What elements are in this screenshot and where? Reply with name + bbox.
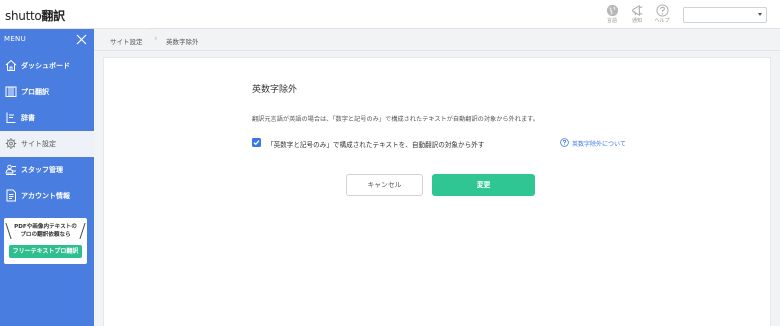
sidebar-item-label: スタッフ管理: [21, 166, 63, 174]
check-icon: [253, 140, 260, 146]
site-select[interactable]: [683, 7, 767, 23]
help-label: ヘルプ: [654, 18, 670, 24]
notification-label: 通知: [631, 18, 642, 24]
caret-down-icon: [758, 13, 762, 16]
sidebar-item-dictionary[interactable]: 辞書: [0, 105, 94, 131]
description-text: 翻訳元言語が英語の場合は、「数字と記号のみ」で構成されたテキストが自動翻訳の対象…: [252, 116, 539, 123]
sidebar-item-label: サイト設定: [21, 140, 56, 148]
menu-title: MENU: [4, 35, 27, 43]
settings-panel: 英数字除外 翻訳元言語が英語の場合は、「数字と記号のみ」で構成されたテキストが自…: [103, 57, 771, 326]
sidebar-item-label: アカウント情報: [21, 192, 70, 200]
logo-main: shutto: [5, 9, 42, 23]
cancel-button[interactable]: キャンセル: [346, 174, 423, 196]
sidebar-item-label: 辞書: [21, 114, 35, 122]
exclude-alphanumeric-checkbox[interactable]: [252, 138, 261, 147]
top-header: shutto翻訳 言語 通知 ヘルプ: [0, 0, 780, 29]
breadcrumb-site-settings[interactable]: サイト設定: [110, 36, 143, 46]
promo-text-line2: プロの翻訳依頼なら: [20, 232, 71, 238]
notification-button[interactable]: 通知: [625, 4, 649, 24]
breadcrumb-current: 英数字除外: [166, 38, 199, 46]
page-title: 英数字除外: [252, 85, 298, 95]
app-logo[interactable]: shutto翻訳: [5, 7, 65, 24]
account-document-icon: [6, 189, 16, 202]
sidebar-item-site-settings[interactable]: サイト設定: [0, 131, 94, 157]
help-button[interactable]: ヘルプ: [650, 4, 674, 24]
sidebar: MENU ダッシュボード プロ翻訳 辞書 サイト設定 スタッフ管理 アカウント情…: [0, 29, 94, 326]
dictionary-icon: [6, 112, 16, 123]
close-icon[interactable]: [76, 34, 87, 45]
sidebar-item-account[interactable]: アカウント情報: [0, 183, 94, 209]
document-columns-icon: [5, 86, 17, 97]
sidebar-item-staff[interactable]: スタッフ管理: [0, 157, 94, 183]
checkbox-label[interactable]: 「英数字と記号のみ」で構成されたテキストを、自動翻訳の対象から外す: [267, 139, 484, 149]
free-text-pro-translation-button[interactable]: フリーテキストプロ翻訳: [9, 245, 82, 258]
language-label: 言語: [606, 18, 617, 24]
menu-header: MENU: [0, 29, 94, 51]
sidebar-item-label: ダッシュボード: [21, 62, 70, 70]
save-button[interactable]: 変更: [432, 174, 535, 196]
home-icon: [5, 59, 17, 71]
question-circle-icon: [655, 4, 669, 17]
logo-sub: 翻訳: [41, 9, 65, 23]
question-circle-icon: [560, 138, 569, 147]
gear-icon: [5, 138, 17, 149]
help-link-label: 英数字除外について: [572, 141, 626, 148]
language-button[interactable]: 言語: [600, 4, 624, 24]
promo-banner[interactable]: PDFや画像内テキストの プロの翻訳依頼なら フリーテキストプロ翻訳: [4, 218, 87, 264]
breadcrumb: サイト設定 › 英数字除外: [94, 29, 780, 51]
globe-icon: [606, 4, 618, 17]
sidebar-item-dashboard[interactable]: ダッシュボード: [0, 53, 94, 79]
megaphone-icon: [631, 4, 642, 17]
sidebar-item-pro-translation[interactable]: プロ翻訳: [0, 79, 94, 105]
sidebar-item-label: プロ翻訳: [21, 88, 49, 96]
promo-text-line1: PDFや画像内テキストの: [14, 224, 77, 230]
chevron-right-icon: ›: [154, 34, 158, 44]
staff-icon: [5, 164, 16, 175]
